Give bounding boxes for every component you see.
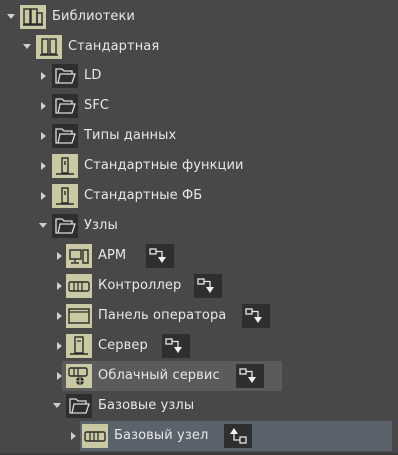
folder-open-icon (66, 394, 92, 418)
expand-arrow-icon[interactable] (50, 391, 64, 421)
tree-row-std-functions[interactable]: Стандартные функции (0, 151, 398, 181)
collapsed-arrow-icon[interactable] (36, 121, 50, 151)
tree-row-label: Облачный сервис (98, 368, 220, 383)
tree-row-base-node[interactable]: Базовый узел (0, 421, 398, 451)
cloud-service-icon (66, 364, 92, 388)
tree-row-sfc[interactable]: SFC (0, 91, 398, 121)
collapsed-arrow-icon[interactable] (52, 271, 66, 301)
node-link-up-icon[interactable] (224, 424, 252, 448)
tree-row-std-fb[interactable]: Стандартные ФБ (0, 181, 398, 211)
node-link-icon[interactable] (194, 274, 222, 298)
collapsed-arrow-icon[interactable] (52, 361, 66, 391)
tree-row-label: Стандартные ФБ (84, 188, 203, 203)
tree-row-libraries[interactable]: Библиотеки (0, 2, 398, 32)
node-link-icon[interactable] (146, 244, 174, 268)
tree-row-server[interactable]: Сервер (0, 331, 398, 361)
workstation-icon (66, 244, 92, 268)
tree-row-datatypes[interactable]: Типы данных (0, 121, 398, 151)
tree-row-label: Базовый узел (114, 428, 209, 443)
collapsed-arrow-icon[interactable] (66, 421, 80, 451)
base-node-icon (82, 424, 108, 448)
tree-row-nodes[interactable]: Узлы (0, 211, 398, 241)
collapsed-arrow-icon[interactable] (36, 181, 50, 211)
node-link-icon[interactable] (236, 364, 264, 388)
expand-arrow-icon[interactable] (4, 2, 18, 32)
tree-row-label: Базовые узлы (98, 398, 195, 413)
tree-row-label: Контроллер (98, 278, 182, 293)
tree-row-label: Сервер (98, 338, 148, 353)
node-link-icon[interactable] (242, 304, 270, 328)
library-tree: Библиотеки Стандартная LD SFC Типы данны… (0, 0, 398, 455)
expand-arrow-icon[interactable] (20, 32, 34, 62)
tree-row-label: Стандартные функции (84, 158, 244, 173)
collapsed-arrow-icon[interactable] (52, 331, 66, 361)
folder-icon (52, 64, 78, 88)
tree-row-operator-panel[interactable]: Панель оператора (0, 301, 398, 331)
expand-arrow-icon[interactable] (36, 211, 50, 241)
function-library-icon (52, 154, 78, 178)
node-link-icon[interactable] (162, 334, 190, 358)
operator-panel-icon (66, 304, 92, 328)
libraries-icon (20, 5, 46, 29)
folder-icon (52, 124, 78, 148)
collapsed-arrow-icon[interactable] (36, 151, 50, 181)
tree-row-label: Типы данных (84, 128, 177, 143)
collapsed-arrow-icon[interactable] (52, 301, 66, 331)
collapsed-arrow-icon[interactable] (36, 61, 50, 91)
tree-row-label: Узлы (84, 218, 118, 233)
tree-row-base-nodes[interactable]: Базовые узлы (0, 391, 398, 421)
tree-row-label: АРМ (98, 248, 127, 263)
library-book-icon (36, 35, 62, 59)
collapsed-arrow-icon[interactable] (52, 241, 66, 271)
tree-row-label: Стандартная (68, 39, 160, 54)
tree-row-controller[interactable]: Контроллер (0, 271, 398, 301)
tree-row-label: LD (84, 68, 102, 83)
function-block-library-icon (52, 184, 78, 208)
tree-row-label: Панель оператора (98, 308, 227, 323)
tree-row-label: SFC (84, 98, 110, 113)
tree-row-label: Библиотеки (52, 9, 135, 24)
controller-icon (66, 274, 92, 298)
tree-row-cloud-service[interactable]: Облачный сервис (0, 361, 398, 391)
folder-icon (52, 94, 78, 118)
tree-row-arm[interactable]: АРМ (0, 241, 398, 271)
tree-row-ld[interactable]: LD (0, 61, 398, 91)
collapsed-arrow-icon[interactable] (36, 91, 50, 121)
tree-row-standard[interactable]: Стандартная (0, 32, 398, 62)
server-icon (66, 334, 92, 358)
folder-open-icon (52, 214, 78, 238)
